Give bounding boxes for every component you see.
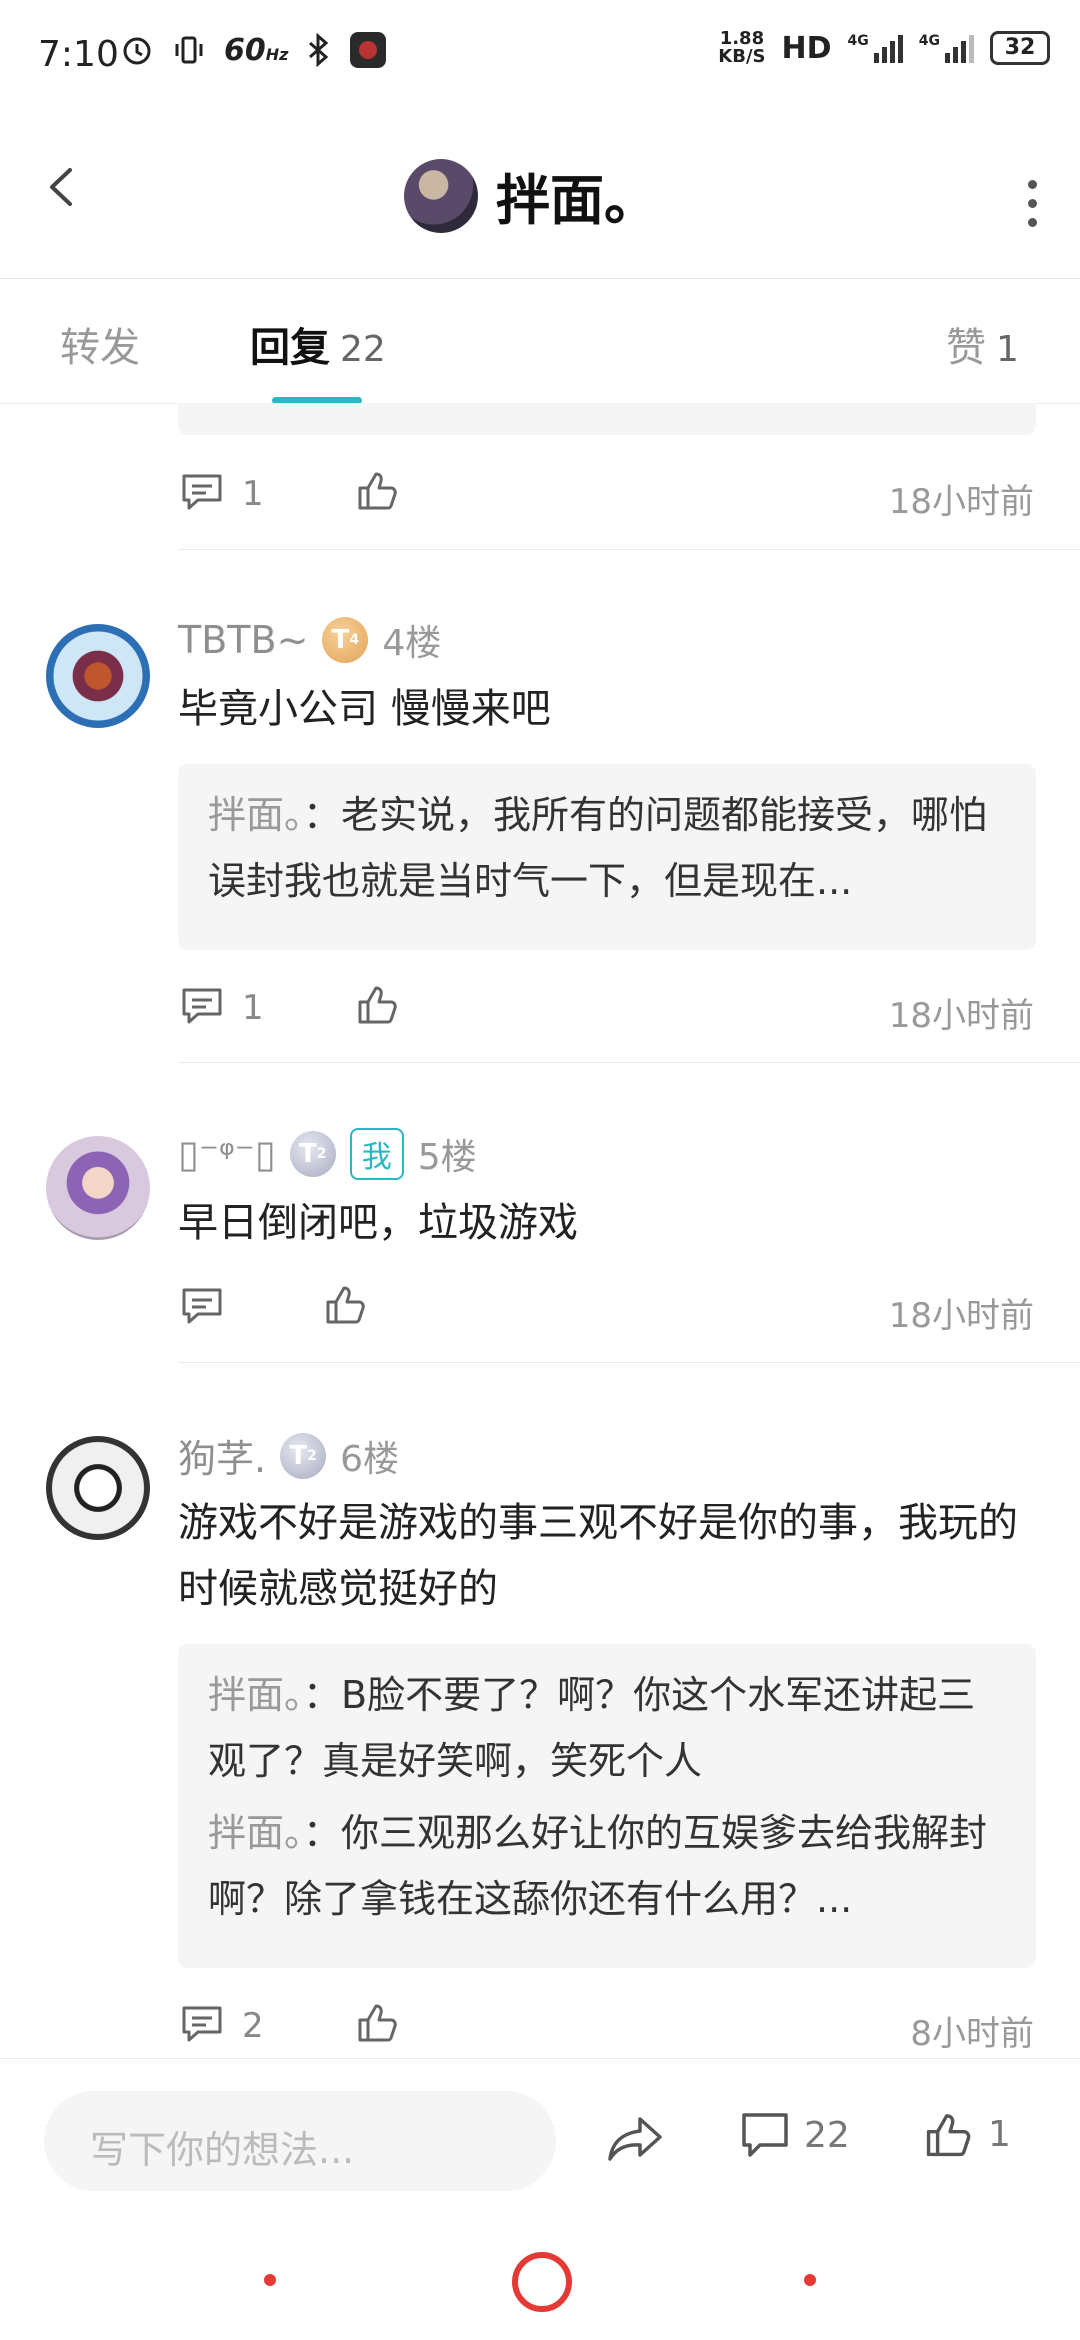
like-icon[interactable]: [356, 2000, 400, 2044]
nav-home-button[interactable]: [512, 2252, 572, 2312]
quote-username[interactable]: 拌面。: [208, 1673, 303, 1717]
nav-back-button[interactable]: [804, 2274, 816, 2286]
signal-icon: 4G: [919, 33, 974, 63]
reply-actions: 2 8小时前: [178, 2000, 1034, 2060]
battery-indicator: 32: [990, 31, 1050, 65]
comment-total: 22: [804, 2114, 850, 2156]
comment-count: 2: [242, 2006, 264, 2046]
divider: [178, 1062, 1080, 1063]
avatar[interactable]: [46, 1436, 150, 1540]
status-icons-right: 1.88 KB/S HD 4G 4G 32: [718, 30, 1050, 66]
comment-icon[interactable]: [180, 986, 224, 1026]
reply-input-placeholder: 写下你的想法...: [90, 2128, 355, 2172]
hd-indicator: HD: [781, 30, 832, 66]
bottom-action-bar: 写下你的想法... 22 1: [0, 2058, 1080, 2219]
quote-text: ：B脸不要了？啊？你这个水军还讲起三观了？真是好笑啊，笑死个人: [208, 1673, 976, 1783]
app-notification-icon: [350, 32, 387, 68]
avatar[interactable]: [404, 158, 478, 233]
username[interactable]: TBTB~: [178, 618, 308, 662]
refresh-rate: 60Hz: [224, 32, 289, 68]
comment-icon[interactable]: [180, 1286, 224, 1326]
signal-icon: 4G: [848, 33, 903, 63]
divider: [178, 1362, 1080, 1363]
alarm-icon: [123, 37, 151, 65]
quote-text: ：老实说，我所有的问题都能接受，哪怕误封我也就是当时气一下，但是现在...: [208, 793, 988, 903]
timestamp: 18小时前: [888, 1296, 1034, 1336]
tab-repost[interactable]: 转发: [60, 315, 140, 373]
like-icon[interactable]: [356, 982, 400, 1026]
comment-count: 1: [242, 988, 264, 1028]
quote-username[interactable]: 拌面。: [208, 1811, 303, 1855]
quote-block[interactable]: 拌面。：老实说，我所有的问题都能接受，哪怕误封我也就是当时气一下，但是现在...: [178, 764, 1036, 950]
divider: [178, 549, 1080, 550]
tab-replies[interactable]: 回复 22: [250, 315, 386, 373]
floor-number: 4楼: [382, 623, 442, 664]
level-badge: T4: [322, 617, 369, 663]
timestamp: 8小时前: [910, 2014, 1034, 2054]
comment-icon: [742, 2113, 788, 2157]
comment-icon[interactable]: [180, 472, 224, 512]
username[interactable]: ▯⁻ᵠ⁻▯: [178, 1132, 276, 1176]
like-total: 1: [988, 2113, 1011, 2155]
avatar[interactable]: [46, 1136, 150, 1240]
quote-text: ：你三观那么好让你的互娱爹去给我解封啊？除了拿钱在这舔你还有什么用？...: [208, 1811, 988, 1921]
reply-actions: 1 18小时前: [178, 468, 1034, 528]
tab-likes[interactable]: 赞1: [946, 315, 1019, 373]
comment-icon[interactable]: [180, 2004, 224, 2044]
like-icon[interactable]: [324, 1282, 368, 1326]
status-bar: 7:10 60Hz 1.88 KB/S HD 4G 4G 32: [0, 0, 1080, 110]
system-nav-bar: [0, 2220, 1080, 2340]
like-button[interactable]: 1: [924, 2109, 1011, 2159]
quote-block[interactable]: 拌面。：B脸不要了？啊？你这个水军还讲起三观了？真是好笑啊，笑死个人 拌面。：你…: [178, 1644, 1036, 1968]
floor-number: 6楼: [340, 1438, 399, 1480]
tab-bar: 转发 回复 22 赞1: [0, 279, 1080, 404]
self-tag: 我: [349, 1128, 404, 1180]
vibrate-icon: [175, 36, 203, 64]
bluetooth-icon: [309, 33, 329, 67]
username[interactable]: 狗芓.: [178, 1428, 266, 1483]
reply-header: 狗芓. T2 6楼: [178, 1428, 399, 1483]
header: 拌面。: [0, 110, 1080, 279]
level-badge: T2: [280, 1432, 327, 1479]
back-arrow-icon[interactable]: [42, 168, 80, 206]
quote-username[interactable]: 拌面。: [208, 793, 303, 837]
status-icons-left: 60Hz: [120, 32, 387, 68]
reply-header: ▯⁻ᵠ⁻▯ T2 我 5楼: [178, 1128, 477, 1180]
nav-menu-button[interactable]: [264, 2274, 276, 2286]
reply-text: 毕竟小公司 慢慢来吧: [178, 686, 551, 732]
status-time: 7:10: [38, 34, 119, 75]
reply-header: TBTB~ T4 4楼: [178, 614, 441, 666]
like-icon: [926, 2114, 971, 2157]
comment-button[interactable]: 22: [740, 2111, 850, 2159]
floor-number: 5楼: [417, 1137, 477, 1178]
network-speed: 1.88 KB/S: [718, 28, 766, 67]
header-user[interactable]: 拌面。: [404, 156, 658, 235]
comment-count: 1: [242, 474, 264, 514]
reply-text: 早日倒闭吧，垃圾游戏: [178, 1200, 578, 1246]
level-badge: T2: [289, 1131, 336, 1177]
more-options-icon[interactable]: [1028, 180, 1040, 227]
reply-text: 游戏不好是游戏的事三观不好是你的事，我玩的时候就感觉挺好的: [178, 1500, 1018, 1612]
like-icon[interactable]: [356, 468, 400, 512]
share-icon[interactable]: [606, 2113, 664, 2165]
reply-actions: 1 18小时前: [178, 982, 1034, 1042]
page-title: 拌面。: [496, 169, 658, 232]
quote-block-partial: [178, 403, 1036, 435]
reply-input[interactable]: 写下你的想法...: [44, 2091, 556, 2191]
timestamp: 18小时前: [888, 482, 1034, 522]
avatar[interactable]: [46, 624, 150, 728]
timestamp: 18小时前: [888, 996, 1034, 1036]
reply-actions: 18小时前: [178, 1282, 1034, 1342]
